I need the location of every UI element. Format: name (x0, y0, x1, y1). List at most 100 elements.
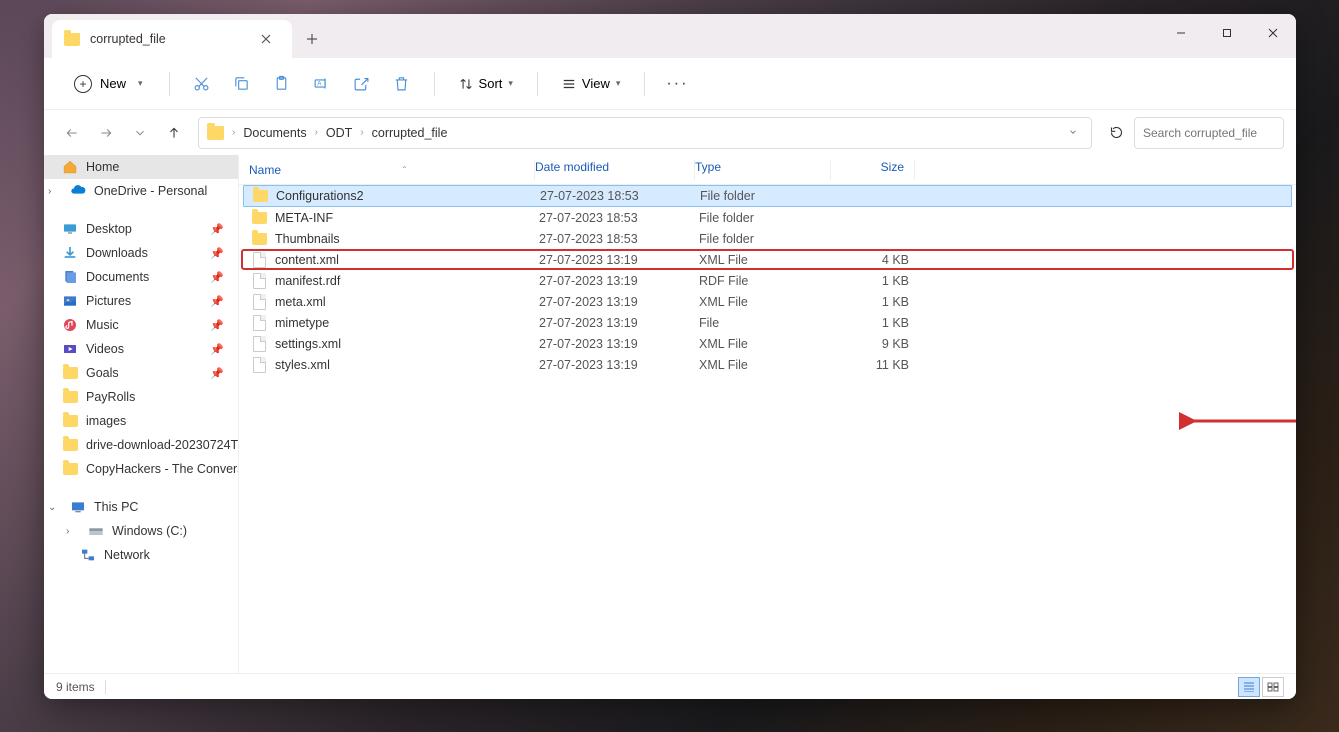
sidebar-item-label: Network (104, 548, 150, 562)
breadcrumb[interactable]: Documents (239, 122, 310, 144)
file-icon (253, 336, 266, 352)
sidebar-item-home[interactable]: Home (44, 155, 238, 179)
up-button[interactable] (158, 117, 190, 149)
view-button[interactable]: View ▾ (552, 70, 630, 97)
delete-button[interactable] (384, 66, 420, 102)
chevron-down-icon: ⌄ (48, 502, 60, 513)
sort-button[interactable]: Sort ▾ (449, 70, 523, 97)
file-name: mimetype (275, 316, 329, 330)
address-bar[interactable]: › Documents › ODT › corrupted_file (198, 117, 1092, 149)
close-button[interactable] (1250, 14, 1296, 52)
sidebar-item-thispc[interactable]: ⌄ This PC (44, 495, 238, 519)
sidebar-item-label: OneDrive - Personal (94, 184, 207, 198)
column-header-size[interactable]: Size (831, 160, 915, 180)
status-item-count: 9 items (56, 680, 95, 694)
file-row[interactable]: Configurations2 27-07-2023 18:53 File fo… (243, 185, 1292, 207)
music-icon (62, 317, 78, 333)
column-header-date[interactable]: Date modified (535, 160, 695, 180)
file-date: 27-07-2023 13:19 (539, 358, 699, 372)
tab-close-button[interactable] (252, 25, 280, 53)
refresh-button[interactable] (1100, 117, 1132, 149)
rename-button[interactable]: A (304, 66, 340, 102)
file-name: Thumbnails (275, 232, 340, 246)
column-header-name[interactable]: Name ⌃ (239, 160, 535, 180)
file-row[interactable]: meta.xml 27-07-2023 13:19 XML File 1 KB (243, 291, 1292, 312)
drive-icon (88, 523, 104, 539)
sidebar-item-quick[interactable]: Documents📌 (44, 265, 238, 289)
file-name: Configurations2 (276, 189, 364, 203)
chevron-right-icon: › (66, 526, 78, 537)
sidebar-item-network[interactable]: Network (44, 543, 238, 567)
cut-button[interactable] (184, 66, 220, 102)
pin-icon: 📌 (210, 271, 224, 284)
sidebar-item-label: Goals (86, 366, 119, 380)
file-row[interactable]: Thumbnails 27-07-2023 18:53 File folder (243, 228, 1292, 249)
paste-button[interactable] (264, 66, 300, 102)
navbar: › Documents › ODT › corrupted_file (44, 110, 1296, 155)
sidebar-item-quick[interactable]: drive-download-20230724T (44, 433, 238, 457)
search-box[interactable] (1134, 117, 1284, 149)
file-icon (253, 273, 266, 289)
file-row[interactable]: manifest.rdf 27-07-2023 13:19 RDF File 1… (243, 270, 1292, 291)
back-button[interactable] (56, 117, 88, 149)
details-view-button[interactable] (1238, 677, 1260, 697)
sidebar-item-quick[interactable]: images (44, 409, 238, 433)
recent-dropdown[interactable] (124, 117, 156, 149)
sidebar-item-onedrive[interactable]: › OneDrive - Personal (44, 179, 238, 203)
sidebar-item-quick[interactable]: Music📌 (44, 313, 238, 337)
chevron-down-icon: ▾ (138, 78, 143, 89)
file-type: File folder (699, 211, 835, 225)
folder-icon (62, 365, 78, 381)
large-icons-view-button[interactable] (1262, 677, 1284, 697)
home-icon (62, 159, 78, 175)
sidebar-item-quick[interactable]: Videos📌 (44, 337, 238, 361)
sidebar-item-label: drive-download-20230724T (86, 438, 238, 452)
sidebar-item-label: images (86, 414, 126, 428)
sidebar-item-quick[interactable]: PayRolls (44, 385, 238, 409)
tab-active[interactable]: corrupted_file (52, 20, 292, 58)
folder-icon (62, 461, 78, 477)
minimize-button[interactable] (1158, 14, 1204, 52)
new-tab-button[interactable] (292, 20, 332, 58)
pin-icon: 📌 (210, 295, 224, 308)
sidebar-item-quick[interactable]: Goals📌 (44, 361, 238, 385)
documents-icon (62, 269, 78, 285)
sidebar-item-quick[interactable]: Desktop📌 (44, 217, 238, 241)
column-header-type[interactable]: Type (695, 160, 831, 180)
folder-icon (62, 389, 78, 405)
forward-button[interactable] (90, 117, 122, 149)
file-date: 27-07-2023 13:19 (539, 337, 699, 351)
file-date: 27-07-2023 13:19 (539, 295, 699, 309)
sidebar-item-quick[interactable]: Downloads📌 (44, 241, 238, 265)
sidebar-item-label: CopyHackers - The Convers (86, 462, 238, 476)
search-input[interactable] (1143, 126, 1296, 140)
address-dropdown[interactable] (1063, 124, 1083, 142)
pin-icon: 📌 (210, 247, 224, 260)
sidebar-item-quick[interactable]: CopyHackers - The Convers (44, 457, 238, 481)
file-row[interactable]: content.xml 27-07-2023 13:19 XML File 4 … (241, 249, 1294, 270)
folder-icon (252, 233, 267, 245)
copy-button[interactable] (224, 66, 260, 102)
toolbar: + New ▾ A Sort ▾ View ▾ ··· (44, 58, 1296, 110)
maximize-button[interactable] (1204, 14, 1250, 52)
view-label: View (582, 76, 610, 91)
file-row[interactable]: mimetype 27-07-2023 13:19 File 1 KB (243, 312, 1292, 333)
pc-icon (70, 499, 86, 515)
list-header: Name ⌃ Date modified Type Size (239, 155, 1296, 185)
sidebar-item-drive[interactable]: › Windows (C:) (44, 519, 238, 543)
network-icon (80, 547, 96, 563)
share-button[interactable] (344, 66, 380, 102)
file-list: Configurations2 27-07-2023 18:53 File fo… (239, 185, 1296, 673)
more-button[interactable]: ··· (659, 75, 695, 93)
new-button[interactable]: + New ▾ (62, 69, 155, 99)
sidebar-item-quick[interactable]: Pictures📌 (44, 289, 238, 313)
file-name: META-INF (275, 211, 333, 225)
folder-icon (64, 33, 80, 46)
file-row[interactable]: styles.xml 27-07-2023 13:19 XML File 11 … (243, 354, 1292, 375)
sidebar-item-label: PayRolls (86, 390, 135, 404)
breadcrumb[interactable]: corrupted_file (368, 122, 452, 144)
file-row[interactable]: settings.xml 27-07-2023 13:19 XML File 9… (243, 333, 1292, 354)
file-name: settings.xml (275, 337, 341, 351)
breadcrumb[interactable]: ODT (322, 122, 356, 144)
file-row[interactable]: META-INF 27-07-2023 18:53 File folder (243, 207, 1292, 228)
